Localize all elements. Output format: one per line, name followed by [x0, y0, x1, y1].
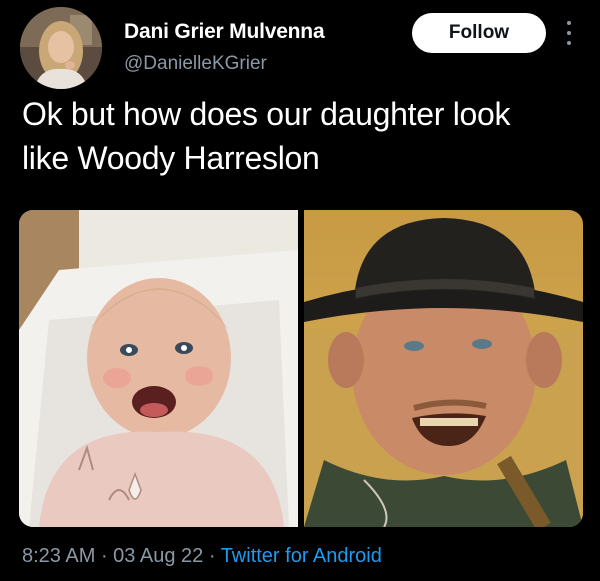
avatar[interactable]	[20, 7, 102, 89]
follow-button[interactable]: Follow	[412, 13, 546, 53]
tweet-text-line: Ok but how does our daughter look	[22, 96, 511, 132]
tweet-text-line: like Woody Harreslon	[22, 140, 320, 176]
tweet-metadata: 8:23 AM · 03 Aug 22 · Twitter for Androi…	[22, 545, 382, 568]
tweet-media[interactable]	[19, 210, 583, 527]
tweet-text: Ok but how does our daughter look like W…	[22, 92, 582, 180]
more-options-icon[interactable]	[562, 18, 576, 48]
dot	[567, 41, 571, 45]
separator: ·	[95, 545, 114, 567]
baby-photo[interactable]	[19, 210, 298, 527]
author-display-name[interactable]: Dani Grier Mulvenna	[124, 20, 325, 44]
actor-in-cowboy-hat-photo[interactable]	[304, 210, 583, 527]
author-handle[interactable]: @DanielleKGrier	[124, 53, 267, 75]
tweet-date[interactable]: 03 Aug 22	[113, 545, 203, 567]
dot	[567, 31, 571, 35]
separator: ·	[203, 545, 221, 567]
tweet-source-link[interactable]: Twitter for Android	[221, 545, 382, 567]
tweet-time[interactable]: 8:23 AM	[22, 545, 95, 567]
tweet: Dani Grier Mulvenna @DanielleKGrier Foll…	[0, 0, 600, 581]
dot	[567, 21, 571, 25]
